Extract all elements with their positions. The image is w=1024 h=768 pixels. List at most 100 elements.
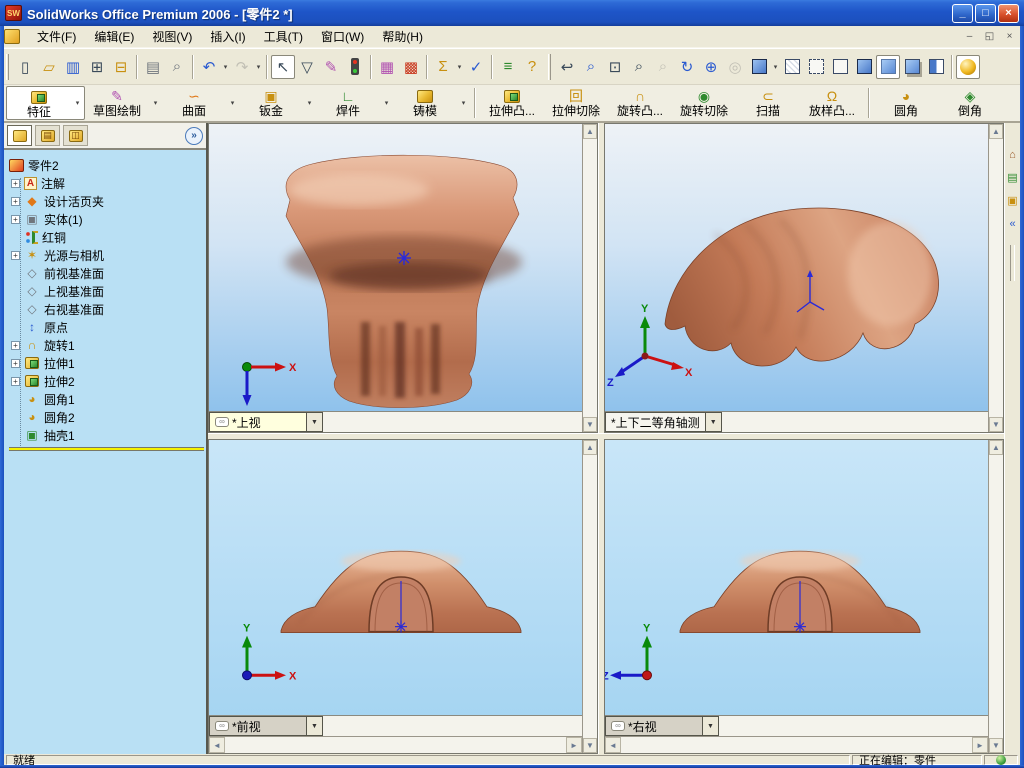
view-selector-right[interactable]: ∞ *右视 — [605, 716, 703, 736]
view-selector-dropdown[interactable]: ▼ — [307, 412, 323, 432]
tab-weldments[interactable]: ∟ 焊件 ▾ — [316, 86, 393, 120]
view-selector-top[interactable]: ∞ *上视 — [209, 412, 307, 432]
horizontal-scrollbar[interactable] — [323, 412, 582, 432]
sweep-button[interactable]: ⊂ 扫描 — [736, 86, 800, 120]
tab-sketch[interactable]: ✎ 草图绘制 ▾ — [85, 86, 162, 120]
expander[interactable]: + — [11, 178, 20, 188]
pan-icon[interactable]: ⊕ — [699, 55, 723, 79]
panel-expand-button[interactable]: » — [185, 126, 203, 145]
horizontal-scrollbar[interactable]: ◄ ► — [209, 736, 582, 753]
previous-view-icon[interactable]: ↩ — [555, 55, 579, 79]
viewport-isometric-canvas[interactable]: Y X Z — [605, 124, 988, 411]
tree-item-extrude2[interactable]: + 拉伸2 — [9, 372, 204, 390]
menu-insert[interactable]: 插入(I) — [201, 26, 254, 47]
scroll-right-button[interactable]: ► — [566, 737, 582, 753]
view-selector-dropdown[interactable]: ▼ — [703, 716, 719, 736]
solidworks-resources-icon[interactable]: ⌂ — [1005, 147, 1020, 162]
tree-item-solid-bodies[interactable]: + ▣ 实体(1) — [9, 210, 204, 228]
tree-item-extrude1[interactable]: + 拉伸1 — [9, 354, 204, 372]
mdi-close-button[interactable]: × — [1001, 29, 1018, 44]
tree-item-top-plane[interactable]: ◇ 上视基准面 — [9, 282, 204, 300]
loft-button[interactable]: Ω 放样凸... — [800, 86, 864, 120]
toolbar-grip[interactable] — [548, 53, 551, 80]
vertical-scrollbar[interactable]: ▲ ▼ — [988, 124, 1003, 432]
scroll-up-button[interactable]: ▲ — [989, 124, 1003, 139]
help-icon[interactable]: ? — [520, 55, 544, 79]
chamfer-button[interactable]: ◈ 倒角 — [938, 86, 1002, 120]
new-icon[interactable]: ▯ — [13, 55, 37, 79]
scroll-left-button[interactable]: ◄ — [605, 737, 621, 753]
vertical-scrollbar[interactable]: ▲ ▼ — [582, 124, 597, 432]
menu-help[interactable]: 帮助(H) — [373, 26, 432, 47]
task-pane-collapse-button[interactable]: « — [1005, 216, 1020, 231]
tab-surfaces-dropdown[interactable]: ▾ — [226, 86, 239, 120]
scroll-right-button[interactable]: ► — [972, 737, 988, 753]
tab-weldments-dropdown[interactable]: ▾ — [380, 86, 393, 120]
toolbar-grip[interactable] — [6, 53, 9, 80]
view-selector-dropdown[interactable]: ▼ — [705, 412, 722, 432]
zoom-to-fit-icon[interactable]: ⌕ — [579, 55, 603, 79]
tree-item-design-binder[interactable]: + ◆ 设计活页夹 — [9, 192, 204, 210]
tab-molds-dropdown[interactable]: ▾ — [457, 86, 470, 120]
menu-view[interactable]: 视图(V) — [143, 26, 201, 47]
edit-color-icon[interactable]: ▦ — [375, 55, 399, 79]
select-icon[interactable]: ↖ — [271, 54, 295, 79]
tab-features[interactable]: 特征 ▾ — [6, 86, 85, 120]
horizontal-scrollbar[interactable]: ◄ ► — [605, 736, 988, 753]
tree-item-fillet1[interactable]: ◕ 圆角1 — [9, 390, 204, 408]
tree-item-origin[interactable]: ↕ 原点 — [9, 318, 204, 336]
viewport-top[interactable]: X Z ∞ *上视 ▼ ▲ ▼ — [208, 123, 598, 433]
texture-icon[interactable]: ▩ — [399, 55, 423, 79]
edit-sketch-icon[interactable]: ✎ — [319, 55, 343, 79]
file-explorer-icon[interactable]: ▣ — [1005, 193, 1020, 208]
rebuild-icon[interactable] — [343, 55, 367, 79]
horizontal-scrollbar[interactable] — [721, 412, 988, 432]
menu-tools[interactable]: 工具(T) — [255, 26, 312, 47]
check-icon[interactable]: ✓ — [464, 55, 488, 79]
shadows-icon[interactable] — [900, 55, 924, 79]
expander[interactable]: + — [11, 376, 20, 386]
measure-icon[interactable]: Σ — [431, 55, 455, 79]
zoom-to-area-icon[interactable]: ⊡ — [603, 55, 627, 79]
zoom-in-out-icon[interactable]: ⌕ — [627, 55, 651, 79]
tree-item-annotations[interactable]: + A 注解 — [9, 174, 204, 192]
section-view-icon[interactable] — [924, 55, 948, 79]
scroll-down-button[interactable]: ▼ — [989, 738, 1003, 753]
menu-window[interactable]: 窗口(W) — [312, 26, 373, 47]
view-selector-isometric[interactable]: *上下二等角轴测 — [605, 412, 706, 432]
tab-sheet-metal-dropdown[interactable]: ▾ — [303, 86, 316, 120]
scroll-down-button[interactable]: ▼ — [583, 738, 597, 753]
print-preview-icon[interactable]: ⌕ — [165, 55, 189, 79]
save-icon[interactable]: ▥ — [61, 55, 85, 79]
design-library-icon[interactable]: ▤ — [1005, 170, 1020, 185]
tree-item-material-copper[interactable]: 红铜 — [9, 228, 204, 246]
view-orientation-dropdown[interactable]: ▾ — [771, 55, 780, 79]
revolved-boss-button[interactable]: ∩ 旋转凸... — [608, 86, 672, 120]
hidden-lines-visible-icon[interactable] — [804, 55, 828, 79]
view-orientation-icon[interactable] — [747, 55, 771, 79]
hidden-lines-removed-icon[interactable] — [828, 55, 852, 79]
maximize-button[interactable]: □ — [975, 3, 996, 23]
viewport-top-canvas[interactable]: X Z — [209, 124, 582, 411]
mdi-restore-button[interactable]: ◱ — [981, 29, 998, 44]
open-icon[interactable]: ▱ — [37, 55, 61, 79]
make-drawing-icon[interactable]: ⊞ — [85, 55, 109, 79]
tree-item-shell1[interactable]: ▣ 抽壳1 — [9, 426, 204, 444]
vertical-scrollbar[interactable]: ▲ ▼ — [988, 440, 1003, 753]
tab-features-dropdown[interactable]: ▾ — [71, 87, 84, 119]
expander[interactable]: + — [11, 358, 20, 368]
minimize-button[interactable]: _ — [952, 3, 973, 23]
mdi-minimize-button[interactable]: – — [961, 29, 978, 44]
expander[interactable]: + — [11, 214, 20, 224]
shaded-with-edges-icon[interactable] — [852, 55, 876, 79]
tab-sketch-dropdown[interactable]: ▾ — [149, 86, 162, 120]
scroll-up-button[interactable]: ▲ — [583, 440, 597, 455]
scroll-down-button[interactable]: ▼ — [583, 417, 597, 432]
viewport-isometric[interactable]: Y X Z *上下二等角轴测 ▼ ▲ ▼ — [604, 123, 1004, 433]
rollback-bar[interactable] — [9, 447, 204, 451]
tree-item-front-plane[interactable]: ◇ 前视基准面 — [9, 264, 204, 282]
tab-propertymanager[interactable]: ▤ — [35, 125, 60, 146]
expander[interactable]: + — [11, 196, 20, 206]
tab-sheet-metal[interactable]: ▣ 钣金 ▾ — [239, 86, 316, 120]
rotate-view-icon[interactable]: ↻ — [675, 55, 699, 79]
